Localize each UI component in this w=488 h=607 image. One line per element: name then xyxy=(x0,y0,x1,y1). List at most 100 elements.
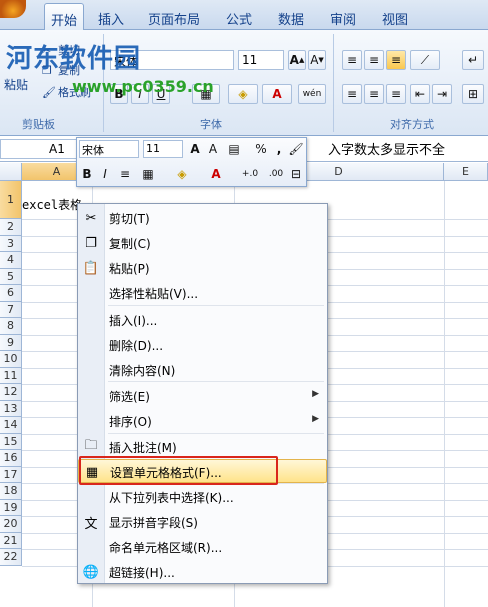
row-header[interactable]: 14 xyxy=(0,417,22,434)
menu-item-label: 命名单元格区域(R)... xyxy=(109,541,223,555)
row-header[interactable]: 2 xyxy=(0,219,22,236)
row-header[interactable]: 18 xyxy=(0,483,22,500)
mini-font-box[interactable]: 宋体 xyxy=(79,140,139,158)
align-top-button[interactable]: ≡ xyxy=(342,50,362,70)
menu-item-label: 删除(D)... xyxy=(109,339,164,353)
mini-shrink-font-button[interactable]: A xyxy=(205,140,221,158)
paste-button[interactable]: 粘贴 xyxy=(4,76,28,93)
menu-item[interactable]: 排序(O) ▶ xyxy=(78,409,327,433)
mini-format-painter-icon[interactable]: 🖌 xyxy=(287,140,305,158)
column-header[interactable]: E xyxy=(444,163,488,181)
comma-button[interactable]: , xyxy=(273,140,285,158)
shrink-font-button[interactable]: A ▼ xyxy=(308,50,326,70)
menu-item-label: 从下拉列表中选择(K)... xyxy=(109,491,234,505)
tab-view[interactable]: 视图 xyxy=(382,9,408,28)
row-header[interactable]: 15 xyxy=(0,433,22,450)
row-header[interactable]: 8 xyxy=(0,318,22,335)
tab-home[interactable]: 开始 xyxy=(44,3,85,31)
font-size-box[interactable]: 11 xyxy=(238,50,284,70)
row-header[interactable]: 19 xyxy=(0,499,22,516)
menu-item[interactable]: 从下拉列表中选择(K)... xyxy=(78,485,327,509)
row-header[interactable]: 4 xyxy=(0,252,22,269)
align-bottom-button[interactable]: ≡ xyxy=(386,50,406,70)
menu-item-label: 粘贴(P) xyxy=(109,262,150,276)
row-header[interactable]: 9 xyxy=(0,334,22,351)
tab-insert[interactable]: 插入 xyxy=(98,9,124,28)
mini-center-icon[interactable]: ≡ xyxy=(117,165,133,183)
office-button[interactable] xyxy=(0,0,26,18)
row-header[interactable]: 6 xyxy=(0,285,22,302)
percent-button[interactable]: % xyxy=(253,140,269,158)
menu-item-label: 选择性粘贴(V)... xyxy=(109,287,199,301)
row-header[interactable]: 5 xyxy=(0,268,22,285)
row-header[interactable]: 20 xyxy=(0,516,22,533)
row-header[interactable]: 1 xyxy=(0,181,22,219)
row-header[interactable]: 11 xyxy=(0,367,22,384)
align-left-button[interactable]: ≡ xyxy=(342,84,362,104)
tab-review[interactable]: 审阅 xyxy=(330,9,356,28)
row-header[interactable]: 17 xyxy=(0,466,22,483)
mini-size-box[interactable]: 11 xyxy=(143,140,183,158)
row-header[interactable]: 3 xyxy=(0,235,22,252)
row-header[interactable]: 13 xyxy=(0,400,22,417)
tab-formulas[interactable]: 公式 xyxy=(226,9,252,28)
orientation-button[interactable]: ⟋ xyxy=(410,50,440,70)
tab-data[interactable]: 数据 xyxy=(278,9,304,28)
row-header[interactable]: 7 xyxy=(0,301,22,318)
group-divider xyxy=(333,34,334,132)
merge-button[interactable]: ⊞ xyxy=(462,84,484,104)
mini-italic-button[interactable]: I xyxy=(97,165,113,183)
menu-item[interactable]: ✂ 剪切(T) xyxy=(78,206,327,230)
font-color-button[interactable]: A xyxy=(262,84,292,104)
menu-item-label: 剪切(T) xyxy=(109,212,150,226)
menu-item[interactable]: 选择性粘贴(V)... xyxy=(78,281,327,305)
menu-item[interactable]: 文显示拼音字段(S) xyxy=(78,510,327,534)
mini-toolbar: 宋体 11 A A ▤ % , 🖌 B I ≡ ▦ ◈ A +.0 .00 ⊟ xyxy=(76,137,307,187)
menu-item[interactable]: ❐ 复制(C) xyxy=(78,231,327,255)
row-header[interactable]: 22 xyxy=(0,549,22,566)
cell-a1[interactable]: excel表格 xyxy=(22,196,82,213)
row-header[interactable]: 10 xyxy=(0,351,22,368)
name-box[interactable]: A1 xyxy=(0,139,78,159)
fill-color-button[interactable]: ◈ xyxy=(228,84,258,104)
increase-decimal-button[interactable]: +.0 xyxy=(239,165,261,183)
decrease-decimal-button[interactable]: .00 xyxy=(265,165,287,183)
menu-item[interactable]: 🌐 超链接(H)... xyxy=(78,560,327,584)
context-menu: ✂ 剪切(T) ❐ 复制(C) 📋 粘贴(P) 选择性粘贴(V)... 插入(I)... 删除(… xyxy=(77,203,328,584)
wrap-text-button[interactable]: ↵ xyxy=(462,50,484,70)
menu-item-label: 清除内容(N) xyxy=(109,364,176,378)
decrease-indent-button[interactable]: ⇤ xyxy=(410,84,430,104)
mini-fill-bucket-icon[interactable]: ◈ xyxy=(171,165,193,183)
menu-separator xyxy=(108,381,324,382)
mini-bold-button[interactable]: B xyxy=(79,165,95,183)
hyperlink-icon: 🌐 xyxy=(82,564,100,580)
align-middle-button[interactable]: ≡ xyxy=(364,50,384,70)
row-header[interactable]: 21 xyxy=(0,532,22,549)
select-all-corner[interactable] xyxy=(0,163,22,181)
row-header[interactable]: 12 xyxy=(0,384,22,401)
mini-font-color-icon[interactable]: A xyxy=(205,165,227,183)
align-right-button[interactable]: ≡ xyxy=(386,84,406,104)
menu-item[interactable]: 删除(D)... xyxy=(78,333,327,357)
grow-font-button[interactable]: A ▲ xyxy=(288,50,306,70)
menu-item[interactable]: 命名单元格区域(R)... xyxy=(78,535,327,559)
menu-item[interactable]: 清除内容(N) xyxy=(78,358,327,382)
copy-icon: ❐ xyxy=(85,235,97,251)
site-watermark-url: www.pc0359.cn xyxy=(72,77,214,96)
increase-indent-button[interactable]: ⇥ xyxy=(432,84,452,104)
menu-item[interactable]: 📋 粘贴(P) xyxy=(78,256,327,280)
menu-item-label: 超链接(H)... xyxy=(109,566,175,580)
phonetic-button[interactable]: wén xyxy=(298,84,326,104)
merge-center-icon[interactable]: ⊟ xyxy=(287,165,305,183)
align-center-button[interactable]: ≡ xyxy=(364,84,384,104)
menu-item[interactable]: 筛选(E) ▶ xyxy=(78,384,327,408)
mini-grow-font-button[interactable]: A xyxy=(187,140,203,158)
accounting-format-icon[interactable]: ▤ xyxy=(225,140,243,158)
menu-item[interactable]: 插入(I)... xyxy=(78,308,327,332)
formula-input[interactable]: 入字数太多显示不全 xyxy=(328,139,445,158)
scissors-icon: ✂ xyxy=(85,210,97,226)
menu-item-label: 插入批注(M) xyxy=(109,441,177,455)
tab-page-layout[interactable]: 页面布局 xyxy=(148,9,200,28)
row-header[interactable]: 16 xyxy=(0,450,22,467)
mini-border-icon[interactable]: ▦ xyxy=(137,165,159,183)
